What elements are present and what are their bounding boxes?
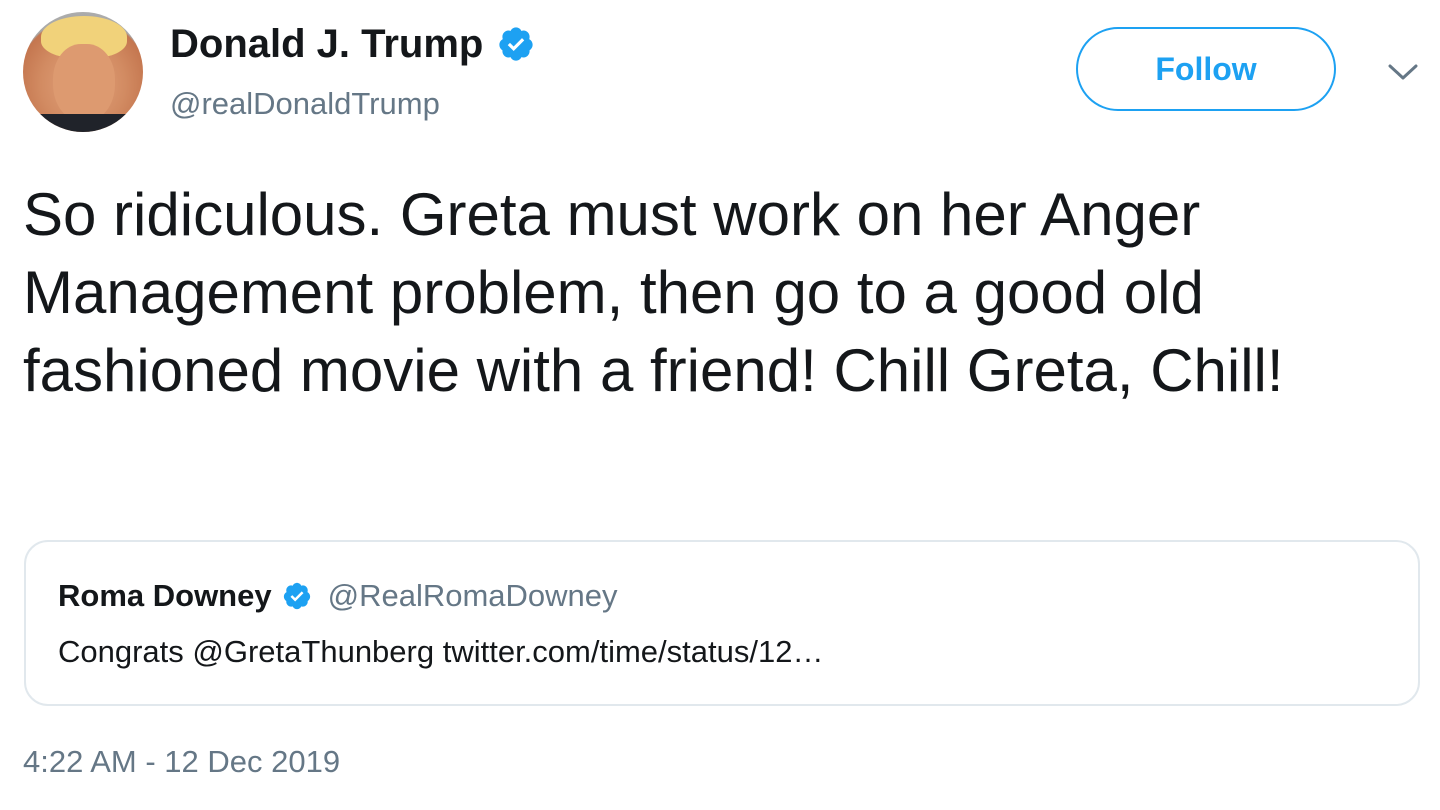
chevron-down-icon[interactable] [1386,60,1420,84]
quoted-author-handle: @RealRomaDowney [327,578,618,613]
verified-badge-icon [283,582,310,610]
quoted-tweet-header: Roma Downey @RealRomaDowney [58,578,618,614]
avatar-shirt [23,114,143,132]
tweet-card: Donald J. Trump @realDonaldTrump Follow … [0,0,1440,810]
author-handle[interactable]: @realDonaldTrump [170,84,440,124]
verified-badge-icon [499,27,533,61]
follow-button[interactable]: Follow [1076,27,1336,111]
author-display-name[interactable]: Donald J. Trump [170,20,483,68]
avatar[interactable] [23,12,143,132]
quoted-tweet-text: Congrats @GretaThunberg twitter.com/time… [58,634,824,669]
avatar-face [53,44,115,122]
quoted-author-name: Roma Downey [58,578,272,613]
author-name-row: Donald J. Trump [170,20,535,68]
tweet-timestamp[interactable]: 4:22 AM - 12 Dec 2019 [23,744,340,780]
quoted-tweet[interactable]: Roma Downey @RealRomaDowney Congrats @Gr… [24,540,1420,706]
tweet-text: So ridiculous. Greta must work on her An… [23,181,1284,404]
